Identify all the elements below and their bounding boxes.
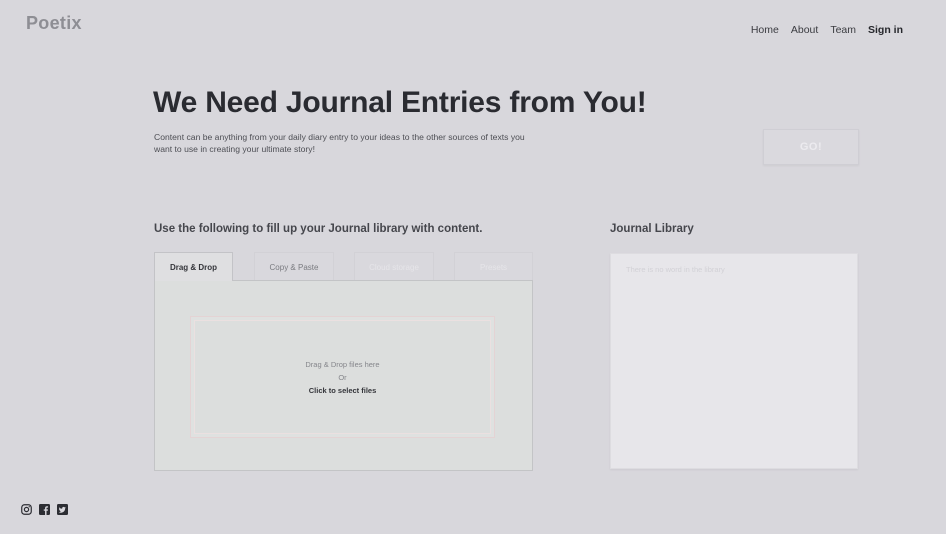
tab-copy-paste[interactable]: Copy & Paste [254, 252, 334, 281]
nav-about-link[interactable]: About [791, 24, 818, 36]
library-empty-message: There is no word in the library [626, 265, 725, 274]
upload-panel: Drag & Drop files here Or Click to selec… [154, 280, 533, 471]
upload-heading: Use the following to fill up your Journa… [154, 223, 483, 235]
upload-tabs: Drag & Drop Copy & Paste Cloud storage P… [154, 252, 533, 281]
go-button[interactable]: GO! [763, 129, 859, 165]
sign-in-link[interactable]: Sign in [868, 24, 903, 36]
tab-drag-drop[interactable]: Drag & Drop [154, 252, 233, 281]
dropzone-or: Or [338, 372, 347, 382]
page-title: We Need Journal Entries from You! [153, 86, 647, 119]
hero-description: Content can be anything from your daily … [154, 132, 525, 154]
nav-home-link[interactable]: Home [751, 24, 779, 36]
tab-cloud-storage[interactable]: Cloud storage [354, 252, 434, 281]
tab-presets[interactable]: Presets [454, 252, 533, 281]
journal-library-panel: There is no word in the library [610, 253, 858, 469]
social-links [21, 504, 68, 515]
file-dropzone[interactable]: Drag & Drop files here Or Click to selec… [190, 316, 495, 438]
facebook-icon[interactable] [39, 504, 50, 515]
twitter-icon[interactable] [57, 504, 68, 515]
nav-team-link[interactable]: Team [830, 24, 856, 36]
select-files-link[interactable]: Click to select files [309, 386, 377, 395]
library-heading: Journal Library [610, 223, 694, 235]
instagram-icon[interactable] [21, 504, 32, 515]
dropzone-instruction: Drag & Drop files here [305, 359, 380, 369]
logo[interactable]: Poetix [26, 13, 82, 34]
top-nav: Home About Team Sign in [751, 24, 903, 36]
